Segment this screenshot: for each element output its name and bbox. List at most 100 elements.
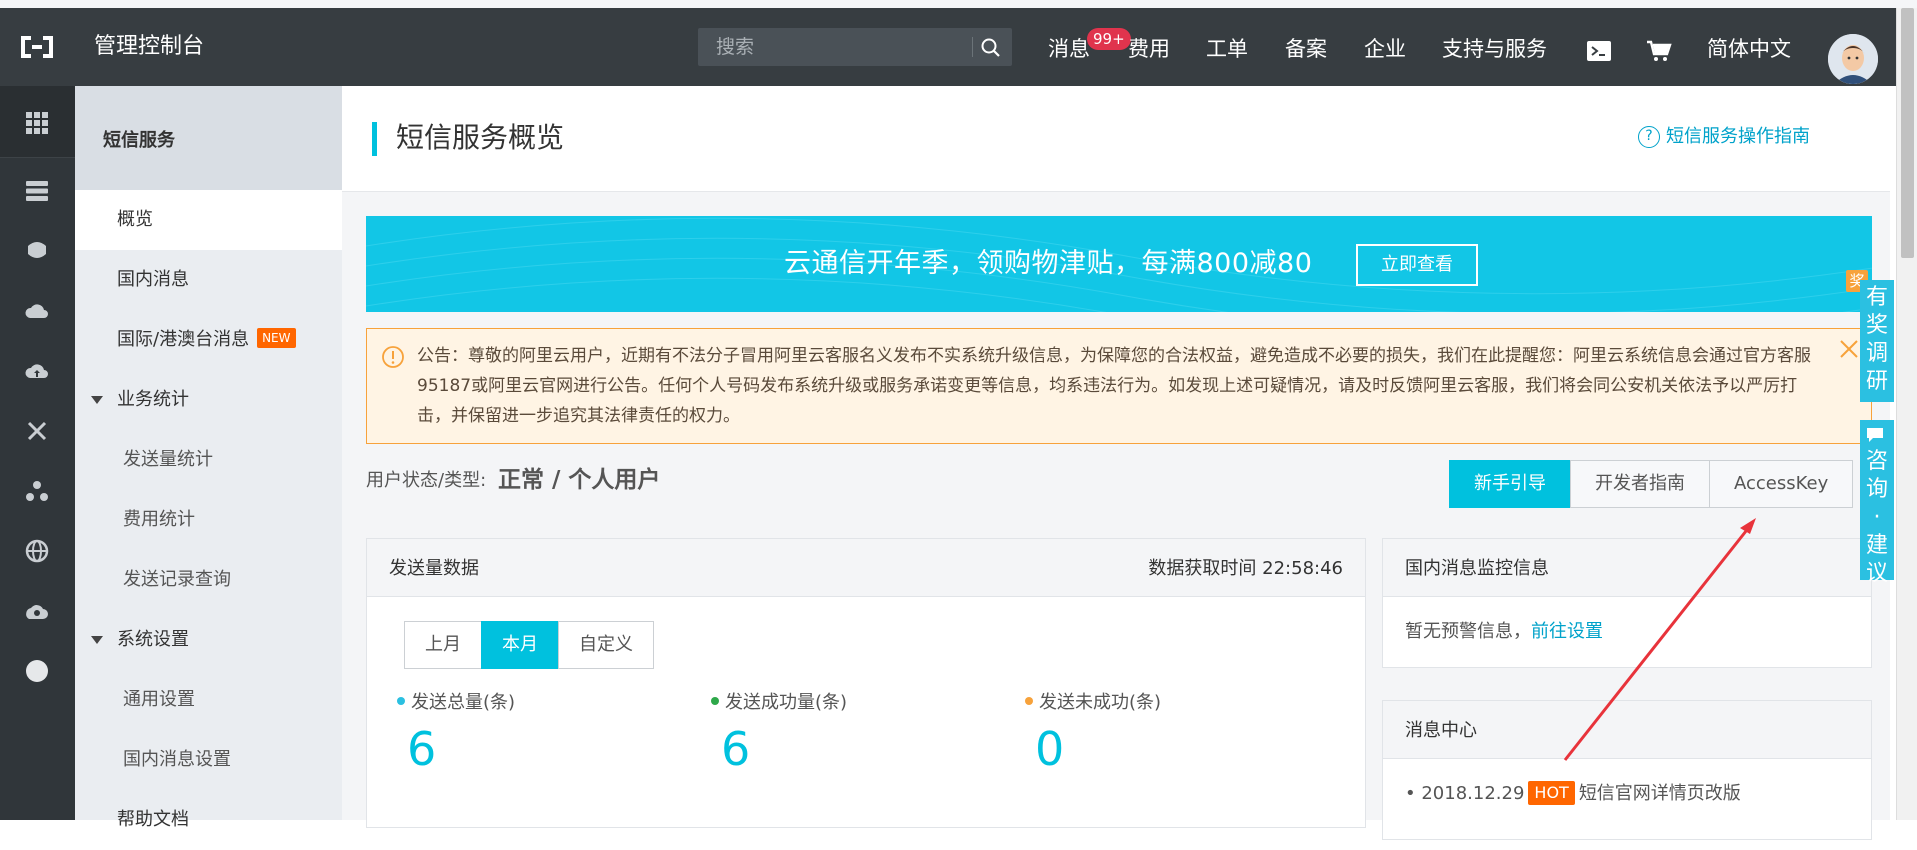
- grid-menu-icon[interactable]: [24, 110, 50, 136]
- feedback-label: 咨询·建议: [1866, 449, 1889, 586]
- nav-enterprise[interactable]: 企业: [1364, 36, 1406, 62]
- sidebar-item-general-settings[interactable]: 通用设置: [75, 670, 342, 730]
- search-icon[interactable]: [980, 37, 1002, 59]
- scrollbar-thumb[interactable]: [1901, 8, 1914, 258]
- period-this-month[interactable]: 本月: [481, 621, 559, 669]
- sidebar-item-label: 概览: [117, 209, 153, 230]
- sidebar-item-label: 帮助文档: [117, 809, 189, 830]
- sidebar-item-label: 发送记录查询: [123, 569, 231, 590]
- developer-guide-button[interactable]: 开发者指南: [1570, 460, 1710, 508]
- page-scrollbar[interactable]: [1896, 8, 1917, 820]
- terminal-icon[interactable]: [1586, 40, 1612, 62]
- sidebar-item-label: 费用统计: [123, 509, 195, 530]
- hot-badge: HOT: [1528, 781, 1575, 805]
- message-item[interactable]: • 2018.12.29 HOT 短信官网详情页改版: [1405, 781, 1741, 807]
- globe-icon[interactable]: [24, 538, 50, 564]
- sidebar-item-label: 国内消息: [117, 269, 189, 290]
- sidebar-item-cost-stats[interactable]: 费用统计: [75, 490, 342, 550]
- nav-tickets[interactable]: 工单: [1206, 36, 1248, 62]
- nav-billing[interactable]: 费用: [1128, 36, 1170, 62]
- title-accent-bar: [372, 122, 377, 156]
- stat-value: 0: [1035, 722, 1065, 776]
- newbie-guide-button[interactable]: 新手引导: [1449, 460, 1571, 508]
- nav-icp[interactable]: 备案: [1285, 36, 1327, 62]
- collapse-triangle-icon: [91, 636, 103, 644]
- sidebar-item-label: 国际/港澳台消息: [117, 329, 250, 350]
- accesskey-button[interactable]: AccessKey: [1709, 460, 1854, 508]
- sidebar-group-settings[interactable]: 系统设置: [75, 610, 342, 670]
- message-center-card: 消息中心 • 2018.12.29 HOT 短信官网详情页改版: [1382, 700, 1872, 840]
- sidebar-header: 短信服务: [75, 86, 342, 190]
- monitor-message: 暂无预警信息，前往设置: [1405, 619, 1603, 645]
- page-header: 短信服务概览 ? 短信服务操作指南: [342, 86, 1890, 192]
- sidebar-item-domestic-settings[interactable]: 国内消息设置: [75, 730, 342, 790]
- card-title: 国内消息监控信息: [1405, 558, 1549, 579]
- sidebar-item-label: 系统设置: [117, 629, 189, 650]
- sidebar-item-overview[interactable]: 概览: [75, 190, 342, 250]
- period-custom[interactable]: 自定义: [558, 621, 654, 669]
- database-icon[interactable]: [24, 238, 50, 264]
- close-icon[interactable]: [1837, 337, 1861, 361]
- sidebar-item-help-docs[interactable]: 帮助文档: [75, 790, 342, 850]
- stat-success: 发送成功量(条) 6: [711, 691, 847, 779]
- sidebar-item-label: 业务统计: [117, 389, 189, 410]
- main-content: 短信服务概览 ? 短信服务操作指南 云通信开年季，领购物津贴，每满800减80 立…: [342, 86, 1890, 840]
- nav-language[interactable]: 简体中文: [1707, 36, 1791, 62]
- console-title[interactable]: 管理控制台: [94, 32, 204, 62]
- stat-label: 发送成功量(条): [711, 691, 847, 715]
- sidebar-item-domestic[interactable]: 国内消息: [75, 250, 342, 310]
- server-icon[interactable]: [24, 178, 50, 204]
- period-selector: 上月 本月 自定义: [404, 621, 654, 669]
- cloud-upload-icon[interactable]: [24, 358, 50, 384]
- nav-support[interactable]: 支持与服务: [1442, 36, 1547, 62]
- new-badge: NEW: [257, 328, 296, 348]
- sidebar-title: 短信服务: [103, 130, 175, 151]
- operation-guide-link[interactable]: ? 短信服务操作指南: [1638, 124, 1810, 150]
- sidebar-item-international[interactable]: 国际/港澳台消息 NEW: [75, 310, 342, 370]
- user-status-value: 正常 / 个人用户: [498, 467, 661, 493]
- go-settings-link[interactable]: 前往设置: [1531, 621, 1603, 642]
- settings-cloud-icon[interactable]: [24, 598, 50, 624]
- monitor-text: 暂无预警信息，: [1405, 621, 1531, 642]
- legend-dot: [397, 697, 405, 705]
- legend-dot: [711, 697, 719, 705]
- nav-messages[interactable]: 消息: [1048, 36, 1090, 62]
- messages-count-badge: 99+: [1087, 28, 1131, 50]
- banner-view-button[interactable]: 立即查看: [1356, 244, 1478, 286]
- sidebar-group-statistics[interactable]: 业务统计: [75, 370, 342, 430]
- product-icon-rail: [0, 86, 75, 820]
- network-cross-icon[interactable]: [24, 418, 50, 444]
- top-gap: [0, 0, 1917, 8]
- message-date: 2018.12.29: [1421, 783, 1525, 804]
- sidebar-item-send-records[interactable]: 发送记录查询: [75, 550, 342, 610]
- survey-tab[interactable]: 有奖调研: [1860, 280, 1894, 402]
- cloud-storage-icon[interactable]: [24, 298, 50, 324]
- user-avatar[interactable]: [1828, 34, 1878, 84]
- rail-header: [0, 86, 75, 158]
- card-header: 国内消息监控信息: [1383, 539, 1871, 597]
- search-divider: [972, 37, 973, 57]
- aliyun-logo-icon[interactable]: [18, 32, 56, 62]
- cart-icon[interactable]: [1646, 40, 1672, 62]
- message-text: 短信官网详情页改版: [1578, 783, 1741, 804]
- feedback-tab[interactable]: 咨询·建议: [1860, 420, 1894, 586]
- stat-label-text: 发送未成功(条): [1039, 692, 1162, 713]
- sidebar-item-send-stats[interactable]: 发送量统计: [75, 430, 342, 490]
- card-title: 发送量数据: [389, 558, 479, 579]
- card-header: 发送量数据 数据获取时间 22:58:46: [367, 539, 1365, 597]
- search-input[interactable]: 搜索: [716, 36, 754, 58]
- stat-label-text: 发送总量(条): [411, 692, 516, 713]
- top-navigation-bar: 管理控制台 搜索 消息 99+ 费用 工单 备案 企业 支持与服务 简体中文: [0, 8, 1917, 86]
- sms-sidebar: 短信服务 概览 国内消息 国际/港澳台消息 NEW 业务统计 发送量统计 费用统计…: [75, 86, 342, 830]
- stat-value: 6: [721, 722, 751, 776]
- cluster-icon[interactable]: [24, 478, 50, 504]
- period-last-month[interactable]: 上月: [404, 621, 482, 669]
- circle-icon[interactable]: [24, 658, 50, 684]
- promo-banner[interactable]: 云通信开年季，领购物津贴，每满800减80 立即查看: [366, 216, 1872, 312]
- stat-failed: 发送未成功(条) 0: [1025, 691, 1161, 779]
- page-title: 短信服务概览: [396, 121, 565, 154]
- monitor-card: 国内消息监控信息 暂无预警信息，前往设置: [1382, 538, 1872, 668]
- card-title: 消息中心: [1405, 720, 1477, 741]
- guide-link-label: 短信服务操作指南: [1666, 126, 1810, 147]
- search-box[interactable]: 搜索: [698, 28, 1012, 66]
